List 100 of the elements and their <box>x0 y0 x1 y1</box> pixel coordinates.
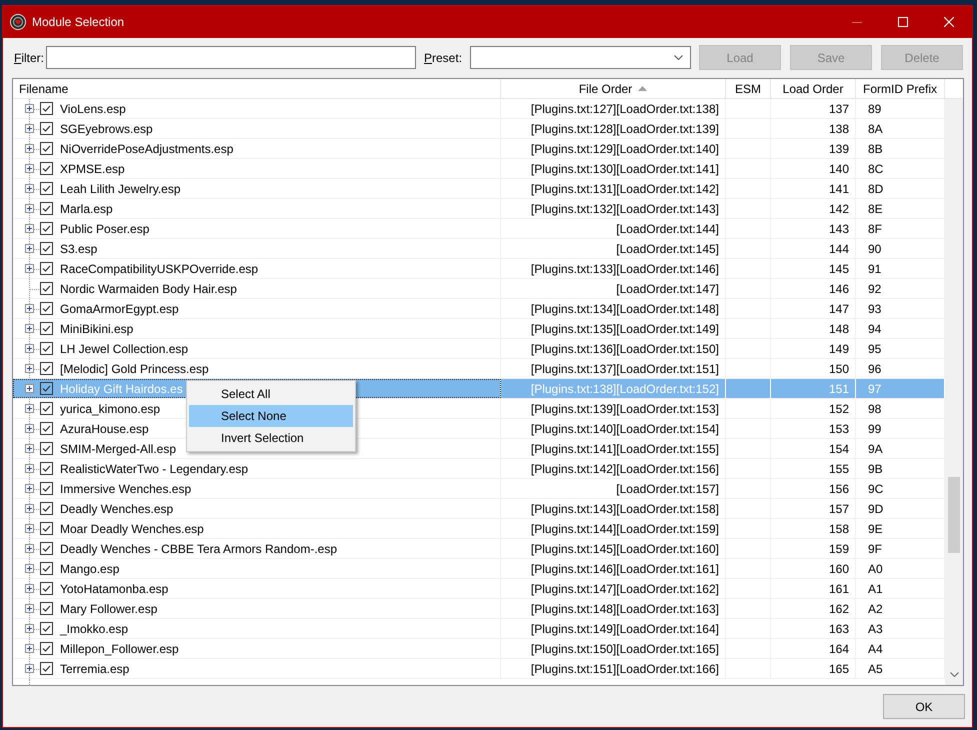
checkbox[interactable] <box>40 322 53 335</box>
filter-field[interactable] <box>46 46 416 69</box>
expand-icon[interactable] <box>25 164 34 173</box>
column-header[interactable]: FormID Prefix <box>856 79 945 98</box>
checkbox[interactable] <box>40 362 53 375</box>
checkbox[interactable] <box>40 582 53 595</box>
expand-icon[interactable] <box>25 264 34 273</box>
expand-icon[interactable] <box>25 224 34 233</box>
table-row[interactable]: Millepon_Follower.esp [Plugins.txt:150][LoadOrder.txt:165] 164 A4 <box>13 639 945 659</box>
expand-icon[interactable] <box>25 124 34 133</box>
table-cell: [Plugins.txt:127][LoadOrder.txt:138] <box>501 99 726 118</box>
expand-icon[interactable] <box>25 384 34 393</box>
expand-icon[interactable] <box>25 344 34 353</box>
checkbox[interactable] <box>40 202 53 215</box>
expand-icon[interactable] <box>25 464 34 473</box>
table-row[interactable]: Marla.esp [Plugins.txt:132][LoadOrder.txt:143] 142 8E <box>13 199 945 219</box>
table-row[interactable]: LH Jewel Collection.esp [Plugins.txt:136][LoadOrder.txt:150] 149 95 <box>13 339 945 359</box>
table-row[interactable]: YotoHatamonba.esp [Plugins.txt:147][LoadOrder.txt:162] 161 A1 <box>13 579 945 599</box>
table-row[interactable]: Deadly Wenches.esp [Plugins.txt:143][LoadOrder.txt:158] 157 9D <box>13 499 945 519</box>
checkbox[interactable] <box>40 142 53 155</box>
menu-item[interactable]: Select None <box>189 405 353 427</box>
table-row[interactable]: S3.esp [LoadOrder.txt:145] 144 90 <box>13 239 945 259</box>
checkbox[interactable] <box>40 562 53 575</box>
table-cell: 147 <box>771 299 856 318</box>
table-row[interactable]: Moar Deadly Wenches.esp [Plugins.txt:144][LoadOrder.txt:159] 158 9E <box>13 519 945 539</box>
table-row[interactable]: Deadly Wenches - CBBE Tera Armors Random-.esp [Plugins.txt:145][LoadOrder.txt:160] 159 9F <box>13 539 945 559</box>
expand-icon[interactable] <box>25 404 34 413</box>
checkbox[interactable] <box>40 402 53 415</box>
ok-button[interactable]: OK <box>883 694 965 719</box>
checkbox[interactable] <box>40 642 53 655</box>
close-icon[interactable] <box>944 17 954 27</box>
expand-icon[interactable] <box>25 304 34 313</box>
checkbox[interactable] <box>40 282 53 295</box>
column-header[interactable]: Filename <box>13 79 501 98</box>
checkbox[interactable] <box>40 242 53 255</box>
table-row[interactable]: _Imokko.esp [Plugins.txt:149][LoadOrder.txt:164] 163 A3 <box>13 619 945 639</box>
expand-icon[interactable] <box>25 324 34 333</box>
chevron-down-icon[interactable] <box>950 672 958 677</box>
checkbox[interactable] <box>40 222 53 235</box>
checkbox[interactable] <box>40 542 53 555</box>
checkbox[interactable] <box>40 662 53 675</box>
expand-icon[interactable] <box>25 424 34 433</box>
table-cell: [Plugins.txt:141][LoadOrder.txt:155] <box>501 439 726 458</box>
column-header[interactable]: Load Order <box>771 79 856 98</box>
table-row[interactable]: RaceCompatibilityUSKPOverride.esp [Plugins.txt:133][LoadOrder.txt:146] 145 91 <box>13 259 945 279</box>
table-row[interactable]: Immersive Wenches.esp [LoadOrder.txt:157] 156 9C <box>13 479 945 499</box>
checkbox[interactable] <box>40 482 53 495</box>
maximize-icon[interactable] <box>898 17 908 27</box>
table-row[interactable]: MiniBikini.esp [Plugins.txt:135][LoadOrder.txt:149] 148 94 <box>13 319 945 339</box>
expand-icon[interactable] <box>25 504 34 513</box>
expand-icon[interactable] <box>25 644 34 653</box>
expand-icon[interactable] <box>25 524 34 533</box>
column-header[interactable]: File Order <box>501 79 726 98</box>
table-row[interactable]: Mango.esp [Plugins.txt:146][LoadOrder.txt:161] 160 A0 <box>13 559 945 579</box>
expand-icon[interactable] <box>25 664 34 673</box>
scrollbar-thumb[interactable] <box>948 477 960 553</box>
expand-icon[interactable] <box>25 144 34 153</box>
preset-dropdown[interactable] <box>470 46 691 69</box>
expand-icon[interactable] <box>25 104 34 113</box>
table-row[interactable]: Mary Follower.esp [Plugins.txt:148][LoadOrder.txt:163] 162 A2 <box>13 599 945 619</box>
expand-icon[interactable] <box>25 244 34 253</box>
checkbox[interactable] <box>40 422 53 435</box>
checkbox[interactable] <box>40 342 53 355</box>
checkbox[interactable] <box>40 162 53 175</box>
checkbox[interactable] <box>40 302 53 315</box>
expand-icon[interactable] <box>25 184 34 193</box>
table-row[interactable]: RealisticWaterTwo - Legendary.esp [Plugins.txt:142][LoadOrder.txt:156] 155 9B <box>13 459 945 479</box>
table-row[interactable]: VioLens.esp [Plugins.txt:127][LoadOrder.txt:138] 137 89 <box>13 99 945 119</box>
checkbox[interactable] <box>40 122 53 135</box>
table-row[interactable]: NiOverridePoseAdjustments.esp [Plugins.txt:129][LoadOrder.txt:140] 139 8B <box>13 139 945 159</box>
expand-icon[interactable] <box>25 544 34 553</box>
table-row[interactable]: Nordic Warmaiden Body Hair.esp [LoadOrder.txt:147] 146 92 <box>13 279 945 299</box>
scrollbar[interactable] <box>945 99 963 685</box>
expand-icon[interactable] <box>25 444 34 453</box>
table-row[interactable]: Terremia.esp [Plugins.txt:151][LoadOrder.txt:166] 165 A5 <box>13 659 945 679</box>
checkbox[interactable] <box>40 102 53 115</box>
filename: XPMSE.esp <box>60 162 125 176</box>
filename: GomaArmorEgypt.esp <box>60 302 179 316</box>
expand-icon[interactable] <box>25 564 34 573</box>
checkbox[interactable] <box>40 462 53 475</box>
checkbox[interactable] <box>40 602 53 615</box>
checkbox[interactable] <box>40 522 53 535</box>
checkbox[interactable] <box>40 502 53 515</box>
table-row[interactable]: Public Poser.esp [LoadOrder.txt:144] 143 8F <box>13 219 945 239</box>
column-header[interactable]: ESM <box>726 79 771 98</box>
expand-icon[interactable] <box>25 364 34 373</box>
table-row[interactable]: GomaArmorEgypt.esp [Plugins.txt:134][LoadOrder.txt:148] 147 93 <box>13 299 945 319</box>
checkbox[interactable] <box>40 622 53 635</box>
expand-icon[interactable] <box>25 604 34 613</box>
expand-icon[interactable] <box>25 204 34 213</box>
table-row[interactable]: Leah Lilith Jewelry.esp [Plugins.txt:131][LoadOrder.txt:142] 141 8D <box>13 179 945 199</box>
checkbox[interactable] <box>40 442 53 455</box>
checkbox[interactable] <box>40 182 53 195</box>
expand-icon[interactable] <box>25 624 34 633</box>
expand-icon[interactable] <box>25 584 34 593</box>
table-row[interactable]: XPMSE.esp [Plugins.txt:130][LoadOrder.txt:141] 140 8C <box>13 159 945 179</box>
checkbox[interactable] <box>40 382 53 395</box>
checkbox[interactable] <box>40 262 53 275</box>
expand-icon[interactable] <box>25 484 34 493</box>
table-row[interactable]: SGEyebrows.esp [Plugins.txt:128][LoadOrder.txt:139] 138 8A <box>13 119 945 139</box>
